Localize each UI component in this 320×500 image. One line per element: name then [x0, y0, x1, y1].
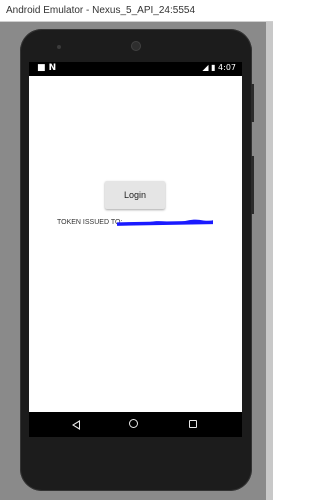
window-titlebar[interactable]: Android Emulator - Nexus_5_API_24:5554 — [0, 0, 273, 22]
front-camera — [131, 41, 141, 51]
token-issued-label: TOKEN ISSUED TO: — [57, 219, 123, 226]
power-button[interactable] — [251, 84, 254, 122]
login-button[interactable]: Login — [105, 181, 165, 209]
app-content — [29, 76, 242, 412]
proximity-sensor — [57, 45, 61, 49]
status-bar: ■ N ◢ ▮ 4:07 — [29, 62, 242, 76]
window-title: Android Emulator - Nexus_5_API_24:5554 — [6, 5, 196, 16]
volume-button[interactable] — [251, 156, 254, 214]
status-right-info: ◢ ▮ 4:07 — [202, 63, 236, 72]
recents-icon[interactable] — [189, 420, 197, 428]
status-left-icons: ■ N — [37, 63, 57, 73]
window-frame-right — [266, 22, 273, 500]
back-icon[interactable] — [72, 420, 80, 430]
home-icon[interactable] — [129, 419, 138, 428]
